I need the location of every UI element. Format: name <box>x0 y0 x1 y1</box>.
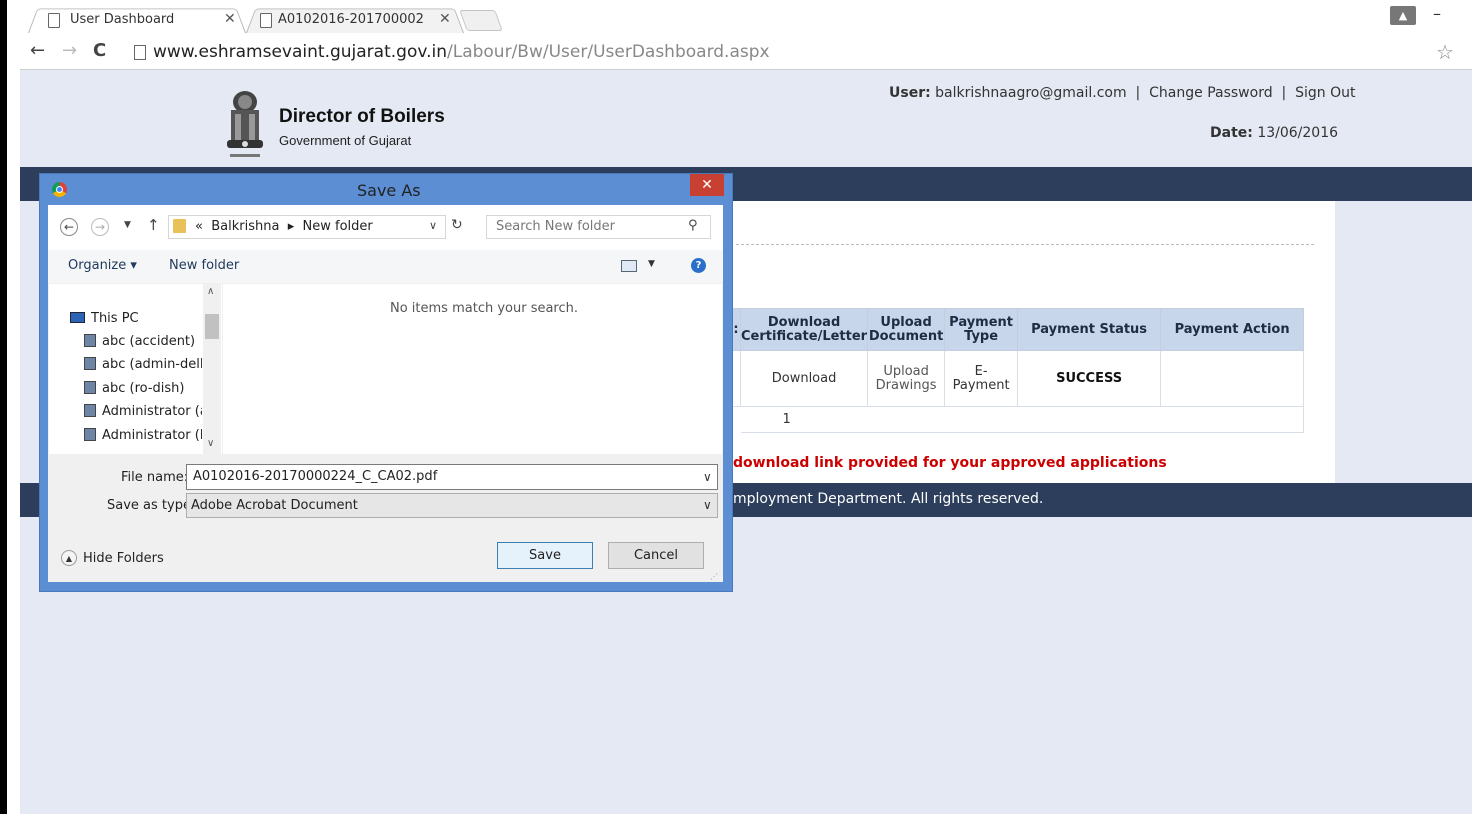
network-drive-icon <box>84 404 96 417</box>
resize-grip-icon[interactable]: ⋰ <box>710 572 718 581</box>
address-bar[interactable]: www.eshramsevaint.gujarat.gov.in/Labour/… <box>153 42 770 62</box>
payment-status-cell: SUCCESS <box>1017 350 1162 407</box>
search-placeholder: Search New folder <box>496 219 616 234</box>
minimize-icon[interactable]: – <box>1433 4 1441 23</box>
divider <box>736 244 1314 245</box>
folder-icon <box>173 219 186 233</box>
window-left-border <box>0 0 7 814</box>
site-subtitle: Government of Gujarat <box>279 133 412 148</box>
refresh-icon[interactable]: ↻ <box>451 217 463 233</box>
upload-drawings-link[interactable]: Upload Drawings <box>867 350 946 407</box>
reload-icon[interactable]: C <box>93 40 106 61</box>
network-drive-icon <box>84 357 96 370</box>
page-info-icon[interactable] <box>134 45 146 60</box>
breadcrumb-path: « Balkrishna ▸ New folder <box>195 219 373 234</box>
tree-item-network-drive[interactable]: Administrator (ac <box>84 404 202 419</box>
network-drive-icon <box>84 428 96 441</box>
hide-folders-button[interactable]: Hide Folders <box>83 551 164 566</box>
tab-pdf[interactable]: A0102016-20170000224_ ✕ <box>246 6 464 33</box>
pager-row: 1 <box>732 406 1305 433</box>
payment-type-cell: E- Payment <box>944 350 1019 407</box>
bookmark-star-icon[interactable]: ☆ <box>1436 40 1454 64</box>
chevron-down-icon[interactable]: ∨ <box>207 438 214 449</box>
separator: | <box>1135 85 1141 101</box>
search-icon[interactable]: ⚲ <box>688 218 698 233</box>
close-icon[interactable]: ✕ <box>224 11 236 27</box>
organize-menu[interactable]: Organize ▾ <box>68 258 137 273</box>
chevron-down-icon[interactable]: ∨ <box>429 219 437 232</box>
breadcrumb-item[interactable]: New folder <box>303 219 373 234</box>
change-password-link[interactable]: Change Password <box>1149 85 1272 101</box>
page-icon <box>260 13 272 28</box>
pager-page-1[interactable]: 1 <box>740 406 1305 433</box>
save-button[interactable]: Save <box>497 542 593 569</box>
footer-text: mployment Department. All rights reserve… <box>733 491 1044 507</box>
save-type-value: Adobe Acrobat Document <box>191 498 358 513</box>
date-label: Date: <box>1210 125 1253 141</box>
chevron-up-icon[interactable]: ∧ <box>207 286 214 297</box>
url-host: www.eshramsevaint.gujarat.gov.in <box>153 42 447 62</box>
tree-item-network-drive[interactable]: abc (ro-dish) <box>84 381 202 396</box>
tab-label: A0102016-20170000224_ <box>278 12 423 27</box>
tree-item-this-pc[interactable]: This PC <box>70 311 208 326</box>
file-name-value: A0102016-20170000224_C_CA02.pdf <box>193 469 438 484</box>
date-value: 13/06/2016 <box>1257 125 1339 141</box>
close-icon[interactable]: ✕ <box>439 11 451 27</box>
tree-item-network-drive[interactable]: abc (accident) <box>84 334 202 349</box>
tree-item-network-drive[interactable]: abc (admin-dell) <box>84 357 202 372</box>
header-download-certificate: Download Certificate/Letter <box>739 308 869 351</box>
payment-action-cell <box>1160 350 1305 407</box>
scrollbar[interactable] <box>203 284 221 454</box>
new-tab-button[interactable] <box>459 10 503 31</box>
back-icon[interactable]: ← <box>30 40 45 61</box>
tab-user-dashboard[interactable]: User Dashboard ✕ <box>28 6 246 33</box>
window-left-gap <box>7 0 20 814</box>
user-info: User: balkrishnaagro@gmail.com | Change … <box>889 85 1356 101</box>
back-icon[interactable]: ← <box>60 218 78 236</box>
cancel-button[interactable]: Cancel <box>608 542 704 569</box>
chevron-down-icon[interactable]: ▼ <box>648 259 655 269</box>
table-row: Download Upload Drawings E- Payment SUCCES… <box>731 350 1305 407</box>
new-folder-button[interactable]: New folder <box>169 258 239 273</box>
network-drive-icon <box>84 381 96 394</box>
chevron-down-icon[interactable]: ∨ <box>703 470 712 484</box>
chrome-icon <box>52 182 67 197</box>
forward-icon[interactable]: → <box>91 218 109 236</box>
tab-label: User Dashboard <box>70 12 175 27</box>
user-label: User: <box>889 85 931 101</box>
empty-message: No items match your search. <box>390 301 579 316</box>
save-type-label: Save as type: <box>107 498 196 513</box>
breadcrumb-item[interactable]: Balkrishna <box>211 219 279 234</box>
up-arrow-icon[interactable]: ↑ <box>147 216 160 234</box>
header-payment-action: Payment Action <box>1160 308 1305 351</box>
computer-icon <box>70 312 85 323</box>
chevron-up-icon[interactable]: ▲ <box>61 550 77 566</box>
profile-icon[interactable]: ▲ <box>1390 6 1416 25</box>
applications-table: : Download Certificate/Letter Upload Docum… <box>731 308 1305 433</box>
chevron-down-icon[interactable]: ∨ <box>703 498 712 512</box>
date-info: Date: 13/06/2016 <box>1210 125 1338 141</box>
site-title: Director of Boilers <box>279 106 445 127</box>
forward-icon[interactable]: → <box>62 40 77 61</box>
notice-text: download link provided for your approved… <box>733 455 1167 471</box>
scrollbar-thumb[interactable] <box>205 314 219 339</box>
view-options-icon[interactable] <box>621 260 637 272</box>
dialog-title: Save As <box>357 181 421 200</box>
download-link[interactable]: Download <box>739 350 869 407</box>
emblem-logo <box>227 91 263 157</box>
page-icon <box>48 13 60 28</box>
help-icon[interactable]: ? <box>691 258 706 273</box>
header-payment-type: Payment Type <box>944 308 1019 351</box>
header-payment-status: Payment Status <box>1017 308 1162 351</box>
separator: | <box>1281 85 1287 101</box>
network-drive-icon <box>84 334 96 347</box>
url-path: /Labour/Bw/User/UserDashboard.aspx <box>447 42 770 62</box>
recent-locations-icon[interactable]: ▼ <box>124 220 131 230</box>
file-name-label: File name: <box>121 470 189 485</box>
header-upload-document: Upload Document <box>867 308 946 351</box>
dialog-close-button[interactable]: ✕ <box>690 174 724 196</box>
tree-item-network-drive[interactable]: Administrator (h <box>84 428 202 443</box>
user-email: balkrishnaagro@gmail.com <box>935 85 1127 101</box>
sign-out-link[interactable]: Sign Out <box>1295 85 1355 101</box>
